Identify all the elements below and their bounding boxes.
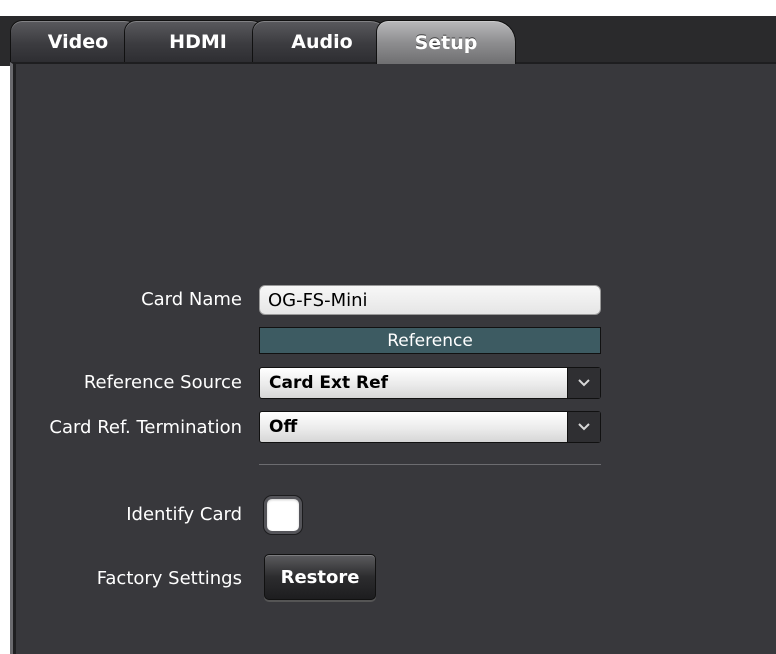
chevron-down-icon[interactable] bbox=[567, 368, 600, 398]
card-ref-termination-select[interactable]: Off bbox=[259, 411, 601, 443]
section-divider bbox=[259, 464, 601, 465]
card-ref-termination-label: Card Ref. Termination bbox=[49, 417, 242, 438]
identify-card-checkbox[interactable] bbox=[264, 496, 302, 534]
reference-section-header: Reference bbox=[259, 327, 601, 354]
reference-source-label: Reference Source bbox=[83, 372, 242, 393]
setup-panel bbox=[10, 62, 776, 654]
identify-card-label: Identify Card bbox=[126, 504, 242, 525]
tab-bar-top-strip bbox=[0, 8, 776, 16]
tab-audio[interactable]: Audio bbox=[252, 20, 392, 62]
reference-source-value: Card Ext Ref bbox=[269, 373, 389, 393]
tab-setup[interactable]: Setup bbox=[376, 20, 516, 64]
restore-button[interactable]: Restore bbox=[264, 554, 376, 600]
factory-settings-label: Factory Settings bbox=[96, 568, 242, 589]
card-ref-termination-value: Off bbox=[269, 417, 298, 437]
tab-hdmi[interactable]: HDMI bbox=[124, 20, 272, 62]
card-name-label: Card Name bbox=[141, 289, 242, 310]
reference-source-select[interactable]: Card Ext Ref bbox=[259, 367, 601, 399]
card-name-input[interactable] bbox=[259, 285, 601, 315]
chevron-down-icon[interactable] bbox=[567, 412, 600, 442]
panel-left-edge bbox=[13, 64, 16, 654]
tab-bar: Video HDMI Audio Setup bbox=[0, 8, 776, 66]
